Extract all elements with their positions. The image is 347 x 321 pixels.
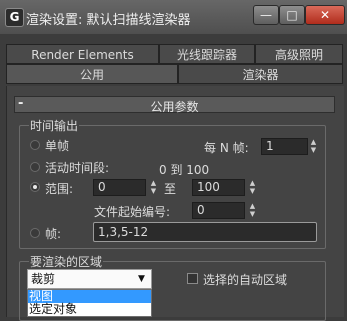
render-area-dropdown-list: 视图 选定对象 (27, 289, 152, 317)
label-single: 单帧 (45, 139, 70, 153)
tab-common[interactable]: 公用 (6, 64, 178, 84)
label-range-to: 至 (164, 182, 177, 196)
maximize-button[interactable]: □ (279, 5, 305, 25)
radio-active-segment[interactable] (30, 162, 40, 172)
spinner-up-down-icon[interactable]: ▲ ▼ (309, 138, 318, 155)
spinner-up-down-icon[interactable]: ▲ ▼ (248, 202, 257, 219)
rollout-title: 公用参数 (150, 100, 199, 114)
chevron-down-icon[interactable]: ▼ (138, 270, 150, 288)
radio-single[interactable] (30, 140, 40, 150)
file-start-input[interactable]: 0 (192, 202, 245, 219)
tab-raytracer[interactable]: 光线跟踪器 (159, 44, 255, 64)
radio-range[interactable] (30, 182, 40, 192)
window-title: 渲染设置: 默认扫描线渲染器 (26, 13, 191, 28)
range-end-input[interactable]: 100 (192, 179, 245, 196)
spinner-up-down-icon[interactable]: ▲ ▼ (248, 179, 257, 196)
render-area-label: 要渲染的区域 (29, 253, 104, 270)
label-file-start: 文件起始编号: (94, 205, 171, 219)
minimize-button[interactable]: — (253, 5, 279, 25)
label-every-n: 每 N 帧: (204, 141, 249, 155)
tab-renderer[interactable]: 渲染器 (178, 64, 343, 84)
label-frames: 帧: (45, 227, 62, 241)
every-n-input[interactable]: 1 (261, 138, 308, 155)
spinner-up-down-icon[interactable]: ▲ ▼ (149, 179, 158, 196)
label-active-segment: 活动时间段: (45, 161, 110, 175)
tab-advanced-lighting[interactable]: 高级照明 (255, 44, 343, 64)
rollout-header-common-params[interactable]: - 公用参数 (14, 96, 335, 114)
frames-input[interactable]: 1,3,5-12 (93, 222, 317, 242)
radio-frames[interactable] (30, 228, 40, 238)
app-icon: G (5, 8, 24, 27)
auto-region-checkbox[interactable] (187, 273, 198, 284)
time-output-label: 时间输出 (29, 117, 80, 134)
close-button[interactable]: ✕ (305, 5, 345, 25)
render-area-select[interactable]: 裁剪 ▼ (27, 269, 152, 289)
dropdown-option-selected-objects[interactable]: 选定对象 (28, 303, 151, 316)
range-start-input[interactable]: 0 (93, 179, 146, 196)
auto-region-label: 选择的自动区域 (203, 273, 288, 287)
label-range: 范围: (45, 182, 74, 196)
render-area-selected-value: 裁剪 (31, 272, 56, 286)
active-range-value: 0 到 100 (159, 163, 210, 177)
tab-render-elements[interactable]: Render Elements (6, 44, 159, 64)
